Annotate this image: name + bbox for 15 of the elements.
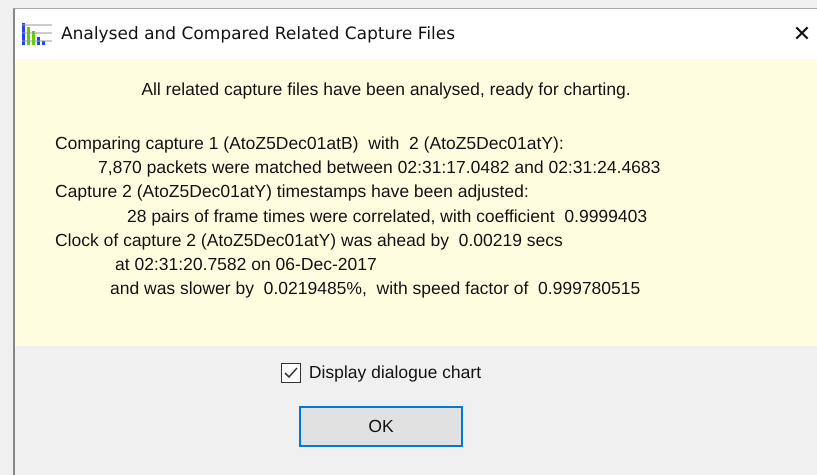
result-line: 7,870 packets were matched between 02:31:17.0482 and 02:31:24.4683	[98, 156, 660, 180]
checkbox[interactable]	[280, 362, 301, 382]
result-line: Comparing capture 1 (AtoZ5Dec01atB) with 2 (AtoZ5Dec01atY):	[55, 132, 564, 155]
result-line: Capture 2 (AtoZ5Dec01atY) timestamps have been adjusted:	[55, 180, 529, 204]
result-line: at 02:31:20.7582 on 06-Dec-2017	[115, 253, 377, 276]
summary-message: All related capture files have been analysed, ready for charting.	[141, 79, 631, 100]
result-line: Clock of capture 2 (AtoZ5Dec01atY) was ahead by 0.00219 secs	[55, 228, 563, 252]
checkmark-icon	[282, 364, 299, 380]
window-title: Analysed and Compared Related Capture Files	[61, 24, 456, 44]
result-line: and was slower by 0.0219485%, with speed factor of 0.999780515	[110, 277, 640, 300]
result-line: 28 pairs of frame times were correlated, with coefficient 0.9999403	[127, 204, 648, 228]
checkbox-label[interactable]: Display dialogue chart	[308, 362, 482, 383]
ok-button[interactable]: OK	[299, 406, 463, 447]
close-button[interactable]: ✕	[787, 22, 817, 46]
chart-app-icon	[21, 21, 53, 47]
